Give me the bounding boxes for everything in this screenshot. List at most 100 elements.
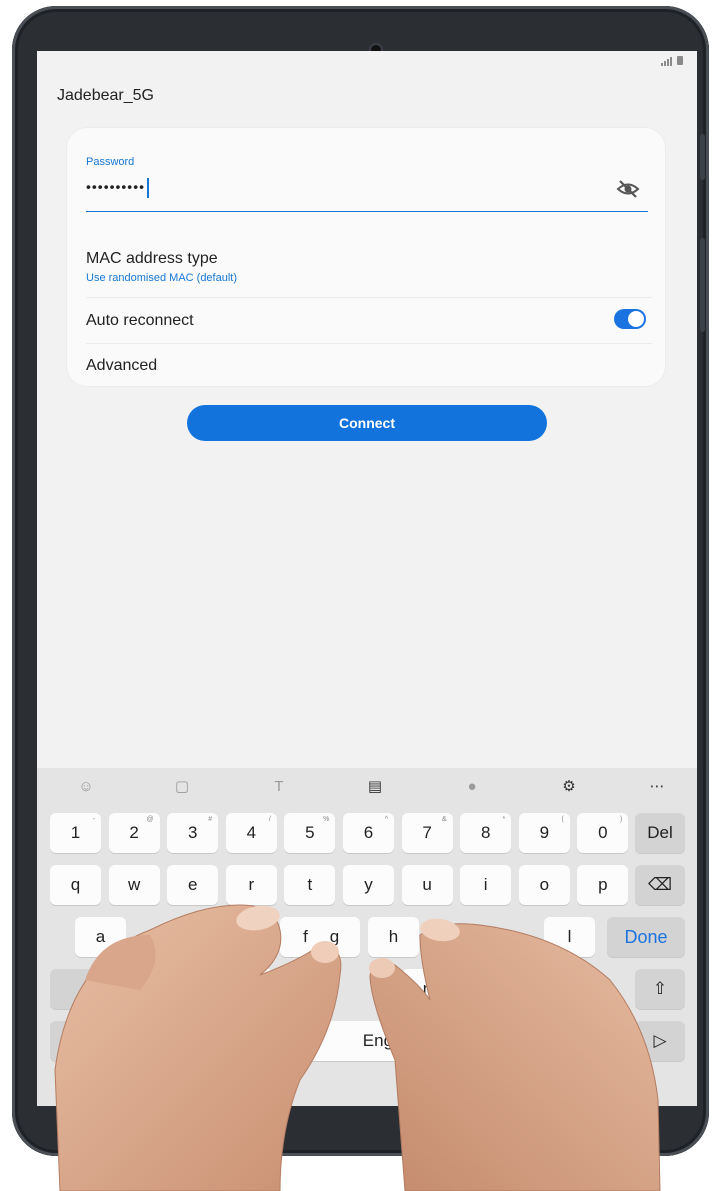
text-caret: [147, 178, 150, 198]
key-secondary-label: ^: [384, 816, 388, 823]
backspace-key[interactable]: ⌫: [635, 865, 685, 905]
key-label: f: [303, 927, 308, 946]
password-underline: [86, 211, 648, 212]
key-label: 6: [363, 823, 374, 842]
key-secondary-label: @: [146, 816, 154, 823]
key-i[interactable]: i: [460, 865, 512, 905]
key-9[interactable]: 9(: [518, 813, 570, 853]
advanced-item[interactable]: Advanced: [86, 357, 157, 375]
wifi-settings-card: Password •••••••••• MAC address type Use…: [67, 128, 665, 386]
key-1[interactable]: 1-: [50, 813, 101, 853]
key-label: 7: [422, 823, 432, 842]
sticker-icon[interactable]: ▢: [171, 776, 193, 798]
key-label: p: [598, 875, 608, 894]
arrow-right-icon: ▷: [653, 1031, 667, 1050]
auto-reconnect-toggle[interactable]: [614, 309, 646, 329]
key-g[interactable]: g: [309, 917, 360, 957]
key-5[interactable]: 5%: [284, 813, 336, 853]
key-r[interactable]: r: [225, 865, 277, 905]
divider: [86, 297, 652, 298]
key-label: 5: [305, 823, 315, 842]
key-label: a: [95, 927, 106, 946]
key-secondary-label: #: [208, 816, 213, 823]
key-6[interactable]: 6 ^: [343, 813, 394, 853]
key-y[interactable]: y: [343, 865, 394, 905]
key-4[interactable]: 4/: [225, 813, 277, 853]
key-label: o: [539, 875, 550, 894]
gear-icon[interactable]: ⚙: [558, 776, 580, 798]
key-l[interactable]: l: [544, 917, 595, 957]
key-u[interactable]: u: [401, 865, 453, 905]
mac-address-type-title[interactable]: MAC address type: [86, 250, 218, 268]
key-7[interactable]: 7 &: [401, 813, 453, 853]
key-label: g: [329, 927, 340, 946]
shift-key-left[interactable]: [50, 969, 110, 1009]
key-secondary-label: /: [268, 816, 271, 823]
eye-off-icon[interactable]: [614, 177, 642, 201]
key-t[interactable]: t: [284, 865, 336, 905]
key-secondary-label: (: [561, 816, 564, 823]
key-label: l: [567, 927, 572, 946]
key-a[interactable]: a: [75, 917, 126, 957]
key-label: w: [127, 875, 141, 894]
battery-icon: [677, 56, 683, 65]
divider: [86, 343, 652, 344]
key-secondary-label: *: [502, 816, 506, 823]
key-p[interactable]: p: [577, 865, 629, 905]
key-3[interactable]: 3 #: [167, 813, 219, 853]
symbols-key[interactable]: [50, 1021, 110, 1061]
key-e[interactable]: e: [167, 865, 219, 905]
key-n[interactable]: n: [402, 969, 453, 1009]
status-bar: [661, 55, 683, 66]
key-h[interactable]: h: [368, 917, 419, 957]
key-secondary-label: -: [92, 816, 95, 823]
key-secondary-label: ): [620, 816, 623, 823]
key-label: 3: [187, 823, 198, 842]
cursor-right-key[interactable]: ▷: [635, 1021, 685, 1061]
key-label: Del: [647, 823, 673, 842]
key-label: i: [483, 875, 488, 894]
handwriting-icon[interactable]: T: [268, 776, 290, 798]
key-w[interactable]: w: [108, 865, 160, 905]
power-button: [700, 238, 705, 332]
key-q[interactable]: q: [50, 865, 101, 905]
keyboard-toolbar: ☺ ▢ T ▤ ● ⚙ ⋯: [37, 768, 697, 804]
auto-reconnect-label: Auto reconnect: [86, 312, 194, 329]
emoji-icon[interactable]: ☺: [75, 776, 97, 798]
key-label: r: [248, 875, 255, 894]
network-name: Jadebear_5G: [57, 87, 154, 104]
done-key[interactable]: Done: [607, 917, 685, 957]
screen: Jadebear_5G Password •••••••••• MAC addr…: [37, 51, 697, 1106]
key-label: Done: [624, 926, 668, 947]
password-value: ••••••••••: [86, 178, 146, 195]
shift-key-right[interactable]: ⇧: [635, 969, 685, 1009]
password-input[interactable]: ••••••••••: [86, 178, 150, 198]
password-label: Password: [86, 156, 135, 168]
key-8[interactable]: 8 *: [460, 813, 512, 853]
on-screen-keyboard: ☺ ▢ T ▤ ● ⚙ ⋯ 1-2 @3 #4/5% 6 ^ 7 & 8 * 9(0) Del q w e…: [37, 768, 697, 1106]
shift-icon: ⇧: [652, 979, 668, 998]
key-label: h: [388, 927, 399, 946]
key-label: 8: [480, 823, 491, 842]
key-o[interactable]: o: [518, 865, 570, 905]
key-label: 0: [598, 823, 608, 842]
space-key[interactable]: English (U: [282, 1021, 522, 1061]
key-0[interactable]: 0): [577, 813, 629, 853]
delete-key[interactable]: Del: [635, 813, 685, 853]
key-label: 2: [129, 823, 139, 842]
key-label: u: [422, 875, 432, 894]
key-label: q: [70, 875, 81, 894]
more-options-icon[interactable]: ⋯: [646, 776, 668, 798]
connect-button[interactable]: Connect: [187, 405, 547, 441]
microphone-icon[interactable]: ●: [461, 776, 483, 798]
signal-icon: [661, 55, 673, 66]
clipboard-icon[interactable]: ▤: [364, 776, 386, 798]
key-label: t: [307, 875, 313, 894]
mac-address-type-value: Use randomised MAC (default): [86, 272, 238, 284]
key-2[interactable]: 2 @: [108, 813, 160, 853]
key-label: 9: [539, 823, 550, 842]
key-c[interactable]: c: [222, 969, 273, 1009]
key-label: 1: [70, 823, 81, 842]
key-label: c: [243, 979, 252, 998]
key-secondary-label: %: [323, 816, 330, 823]
